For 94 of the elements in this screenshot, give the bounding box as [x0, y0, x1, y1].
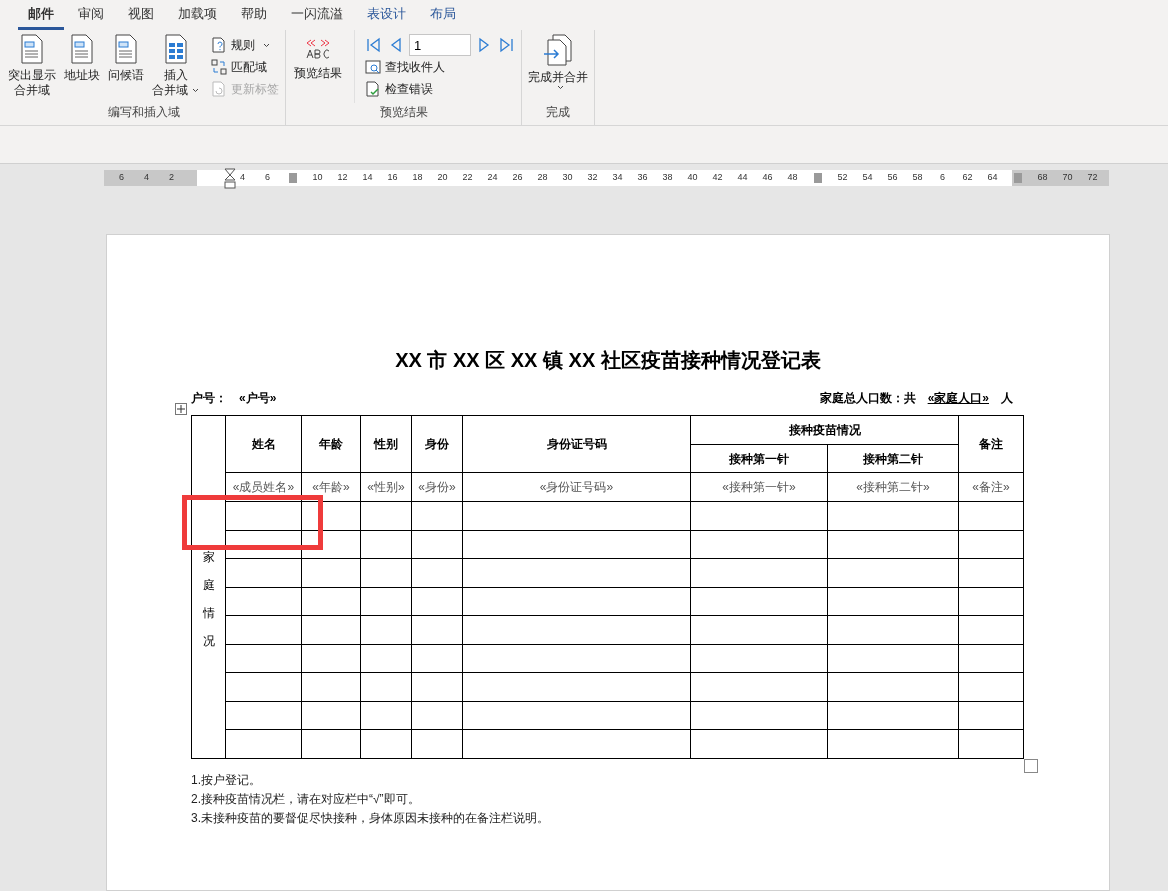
header-cell: 年龄 — [301, 415, 361, 473]
document-icon — [20, 34, 44, 64]
ribbon-tab[interactable]: 布局 — [420, 3, 466, 30]
ruler-number: 62 — [961, 171, 974, 185]
ribbon-large-button[interactable]: 完成并合并 — [526, 30, 590, 103]
ruler-number: 28 — [536, 171, 549, 185]
document-icon — [70, 34, 94, 64]
ribbon-small-button[interactable]: 检查错误 — [363, 78, 517, 100]
ruler-number: 52 — [836, 171, 849, 185]
ribbon-tab[interactable]: 帮助 — [231, 3, 277, 30]
ruler-number: 34 — [611, 171, 624, 185]
ruler-number: 6 — [118, 171, 125, 185]
ruler-number: 4 — [143, 171, 150, 185]
ruler-number: 56 — [886, 171, 899, 185]
ruler-number: 40 — [686, 171, 699, 185]
ruler-number: 6 — [264, 171, 271, 185]
ruler-number: 46 — [761, 171, 774, 185]
rules-icon — [211, 37, 227, 53]
group-title: 预览结果 — [378, 104, 429, 121]
header-cell: 接种疫苗情况 — [690, 415, 959, 445]
merge-field-cell: «身份证号码» — [462, 472, 691, 502]
population-line: 家庭总人口数：共 «家庭人口» 人 — [819, 390, 1013, 407]
ruler-number: 20 — [436, 171, 449, 185]
ruler-number: 4 — [239, 171, 246, 185]
table-move-handle-icon — [175, 403, 187, 415]
ribbon-tab[interactable]: 表设计 — [357, 3, 416, 30]
ruler-number: 16 — [386, 171, 399, 185]
ruler-number: 54 — [861, 171, 874, 185]
ruler-number: 30 — [561, 171, 574, 185]
ruler-number: 10 — [311, 171, 324, 185]
ruler-number: 68 — [1036, 171, 1049, 185]
update-labels-icon — [211, 81, 227, 97]
ruler-number: 32 — [586, 171, 599, 185]
merge-field-cell: «备注» — [958, 472, 1024, 502]
column-marker — [1013, 173, 1022, 183]
ribbon-small-button[interactable]: 查找收件人 — [363, 56, 517, 78]
document-title: XX 市 XX 区 XX 镇 XX 社区疫苗接种情况登记表 — [394, 348, 822, 373]
finish-merge-icon — [543, 34, 573, 66]
header-cell: 身份证号码 — [462, 415, 691, 473]
ruler-number: 26 — [511, 171, 524, 185]
note-line: 2.接种疫苗情况栏，请在对应栏中“√”即可。 — [191, 790, 421, 808]
header-cell: 姓名 — [225, 415, 302, 473]
ruler-number: 58 — [911, 171, 924, 185]
ruler-number: 42 — [711, 171, 724, 185]
merge-field-cell: «年龄» — [301, 472, 361, 502]
header-cell: 备注 — [958, 415, 1024, 473]
ribbon-small-button[interactable]: 匹配域 — [209, 56, 281, 78]
ruler-number: 48 — [786, 171, 799, 185]
ruler-number: 70 — [1061, 171, 1074, 185]
ribbon-tab[interactable]: 审阅 — [68, 3, 114, 30]
group-title: 完成 — [545, 104, 571, 121]
ruler-number: 18 — [411, 171, 424, 185]
ruler-number: 72 — [1086, 171, 1099, 185]
table-document-icon — [163, 34, 188, 64]
group-title: 编写和插入域 — [106, 104, 181, 121]
table-resize-handle — [1024, 758, 1038, 773]
ribbon-tab[interactable]: 一闪流溢 — [281, 3, 353, 30]
document-icon — [114, 34, 138, 64]
header-cell: 性别 — [360, 415, 412, 473]
merge-field-cell: «性别» — [360, 472, 412, 502]
ribbon-large-button[interactable]: 问候语 — [106, 30, 146, 103]
column-marker — [288, 173, 297, 183]
ruler-number: 36 — [636, 171, 649, 185]
ruler-number: 14 — [361, 171, 374, 185]
preview-results-button[interactable]: 预览结果 — [290, 30, 346, 103]
check-errors-icon — [365, 81, 381, 97]
ribbon-small-button[interactable]: 规则 — [209, 34, 281, 56]
merge-field-cell: «身份» — [411, 472, 463, 502]
ribbon-large-button[interactable]: 插入 合并域 — [150, 30, 201, 103]
ruler-number: 38 — [661, 171, 674, 185]
match-fields-icon — [211, 59, 227, 75]
ruler-number: 6 — [939, 171, 946, 185]
merge-field-cell: «接种第一针» — [690, 472, 828, 502]
record-number-field[interactable]: 1 — [409, 34, 471, 56]
column-marker — [813, 173, 822, 183]
header-cell: 接种第一针 — [690, 444, 828, 473]
header-cell: 身份 — [411, 415, 463, 473]
ribbon-large-button[interactable]: 突出显示 合并域 — [6, 30, 58, 103]
ruler-number: 64 — [986, 171, 999, 185]
note-line: 1.按户登记。 — [191, 771, 262, 789]
ruler-number: 2 — [168, 171, 175, 185]
ruler-number: 24 — [486, 171, 499, 185]
merge-field-cell: «成员姓名» — [225, 472, 302, 502]
ribbon-tab[interactable]: 加载项 — [168, 3, 227, 30]
merge-field-cell: «接种第二针» — [827, 472, 959, 502]
note-line: 3.未接种疫苗的要督促尽快接种，身体原因未接种的在备注栏说明。 — [191, 809, 550, 827]
ribbon-large-button[interactable]: 地址块 — [62, 30, 102, 103]
household-number-line: 户号： «户号» — [191, 390, 277, 407]
ruler-number: 22 — [461, 171, 474, 185]
ribbon-tab[interactable]: 视图 — [118, 3, 164, 30]
find-recipient-icon — [365, 59, 381, 75]
ruler-number: 12 — [336, 171, 349, 185]
side-label-cell: 家庭情况 — [191, 415, 226, 758]
ruler-number: 44 — [736, 171, 749, 185]
